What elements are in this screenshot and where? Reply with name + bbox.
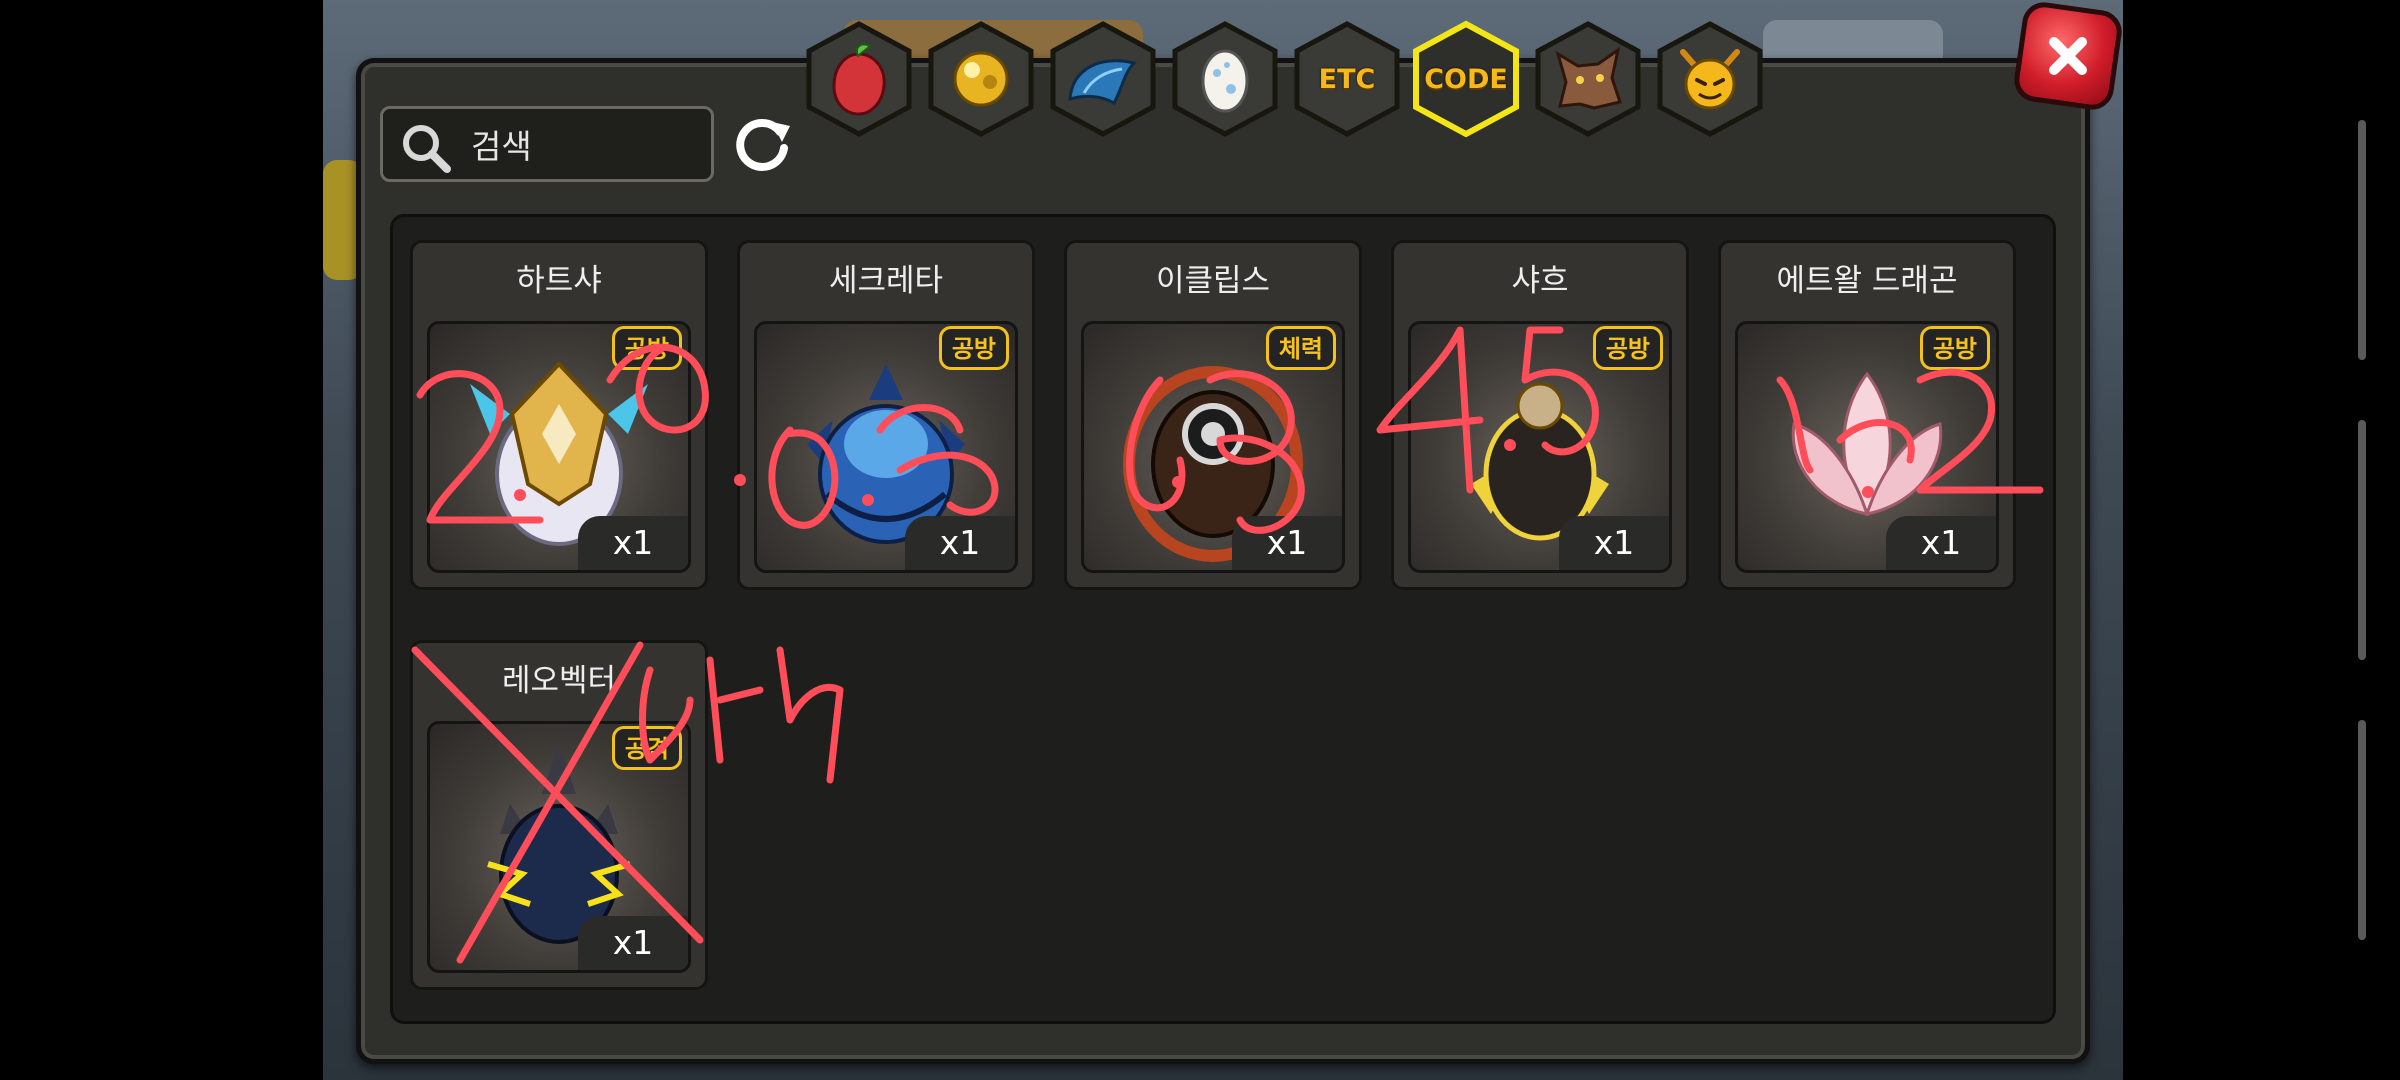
fruit-icon bbox=[832, 43, 886, 116]
item-name: 레오벡터 bbox=[501, 663, 617, 699]
egg-icon bbox=[1201, 49, 1249, 113]
item-name: 이클립스 bbox=[1155, 263, 1271, 299]
item-quantity: x1 bbox=[1559, 516, 1669, 570]
item-name: 세크레타 bbox=[828, 263, 944, 299]
tab-devil[interactable] bbox=[1654, 20, 1766, 138]
search-icon bbox=[403, 125, 451, 173]
blue-scale-icon bbox=[1068, 59, 1137, 106]
item-quantity: x1 bbox=[1886, 516, 1996, 570]
refresh-icon bbox=[736, 119, 790, 171]
item-badge: 체력 bbox=[1265, 326, 1336, 370]
close-icon bbox=[2049, 37, 2087, 75]
item-card[interactable]: 에트왈 드래곤 공방 x1 bbox=[1718, 240, 2016, 590]
tab-egg[interactable] bbox=[1169, 20, 1281, 138]
item-badge: 공방 bbox=[1592, 326, 1663, 370]
right-edge-handle bbox=[2358, 420, 2366, 660]
item-image: 공방 x1 bbox=[1408, 321, 1672, 573]
item-badge: 공방 bbox=[938, 326, 1009, 370]
item-image: 공격 x1 bbox=[427, 721, 691, 973]
item-quantity: x1 bbox=[578, 516, 688, 570]
item-card[interactable]: 레오벡터 공격 x1 bbox=[410, 640, 708, 990]
item-badge: 공방 bbox=[611, 326, 682, 370]
item-card[interactable]: 샤흐 공방 x1 bbox=[1391, 240, 1689, 590]
item-name: 에트왈 드래곤 bbox=[1776, 263, 1958, 299]
close-button[interactable] bbox=[2011, 0, 2125, 113]
devil-face-icon bbox=[1680, 49, 1740, 110]
tab-gold[interactable] bbox=[925, 20, 1037, 138]
tab-scale[interactable] bbox=[1047, 20, 1159, 138]
item-badge: 공격 bbox=[611, 726, 682, 770]
tab-code[interactable]: CODE bbox=[1410, 20, 1522, 138]
item-image: 공방 x1 bbox=[754, 321, 1018, 573]
item-card[interactable]: 세크레타 공방 x1 bbox=[737, 240, 1035, 590]
item-image: 공방 x1 bbox=[427, 321, 691, 573]
tab-etc-label: ETC bbox=[1318, 63, 1376, 95]
tab-code-label: CODE bbox=[1424, 63, 1508, 95]
tab-beast[interactable] bbox=[1532, 20, 1644, 138]
item-badge: 공방 bbox=[1919, 326, 1990, 370]
item-quantity: x1 bbox=[578, 916, 688, 970]
item-card[interactable]: 이클립스 체력 x1 bbox=[1064, 240, 1362, 590]
item-image: 공방 x1 bbox=[1735, 321, 1999, 573]
item-quantity: x1 bbox=[905, 516, 1015, 570]
gold-orb-icon bbox=[953, 51, 1009, 107]
item-name: 하트샤 bbox=[516, 263, 602, 299]
refresh-button[interactable] bbox=[730, 112, 796, 178]
wolf-head-icon bbox=[1555, 46, 1622, 110]
tab-etc[interactable]: ETC bbox=[1291, 20, 1403, 138]
right-edge-handle bbox=[2358, 720, 2366, 940]
right-edge-handle bbox=[2358, 120, 2366, 360]
item-quantity: x1 bbox=[1232, 516, 1342, 570]
search-input[interactable]: 검색 bbox=[380, 106, 714, 182]
item-card[interactable]: 하트샤 공방 x1 bbox=[410, 240, 708, 590]
tab-fruit[interactable] bbox=[803, 20, 915, 138]
search-placeholder: 검색 bbox=[471, 127, 532, 166]
item-image: 체력 x1 bbox=[1081, 321, 1345, 573]
item-name: 샤흐 bbox=[1511, 263, 1569, 299]
